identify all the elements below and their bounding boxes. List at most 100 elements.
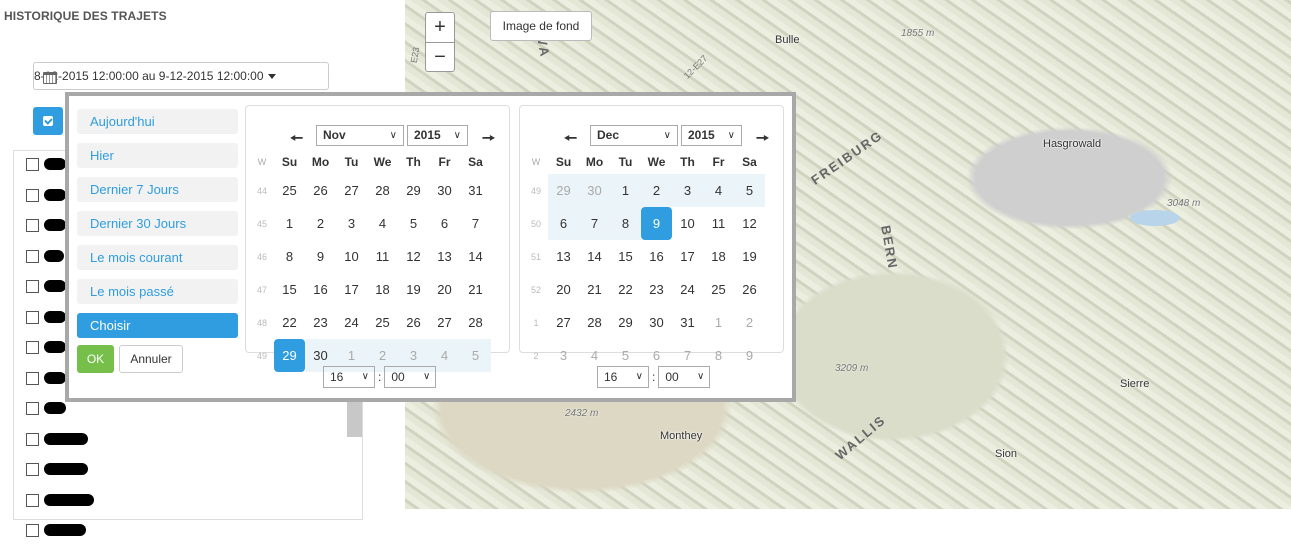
calendar-day[interactable]: 25 xyxy=(367,306,398,339)
calendar-day[interactable]: 21 xyxy=(460,273,491,306)
calendar-day[interactable]: 5 xyxy=(460,339,491,372)
calendar-day[interactable]: 15 xyxy=(610,240,641,273)
calendar-day[interactable]: 15 xyxy=(274,273,305,306)
calendar-day[interactable]: 14 xyxy=(460,240,491,273)
calendar-day[interactable]: 10 xyxy=(672,207,703,240)
calendar-day[interactable]: 25 xyxy=(703,273,734,306)
range-option[interactable]: Aujourd'hui xyxy=(77,109,238,134)
calendar-day[interactable]: 25 xyxy=(274,174,305,207)
month-select[interactable]: Dec ∨ xyxy=(590,125,678,146)
item-checkbox[interactable] xyxy=(26,493,39,507)
range-option[interactable]: Le mois passé xyxy=(77,279,238,304)
range-option[interactable]: Dernier 7 Jours xyxy=(77,177,238,202)
calendar-day[interactable]: 29 xyxy=(610,306,641,339)
hour-select[interactable]: 16 ∨ xyxy=(323,366,375,388)
minute-select[interactable]: 00 ∨ xyxy=(658,366,711,388)
calendar-day[interactable]: 5 xyxy=(398,207,429,240)
calendar-day[interactable]: 31 xyxy=(460,174,491,207)
calendar-day[interactable]: 27 xyxy=(429,306,460,339)
calendar-day[interactable]: 14 xyxy=(579,240,610,273)
zoom-in-button[interactable]: + xyxy=(426,13,454,43)
item-checkbox[interactable] xyxy=(26,280,39,293)
basemap-button[interactable]: Image de fond xyxy=(490,11,592,41)
calendar-day[interactable]: 29 xyxy=(398,174,429,207)
calendar-day[interactable]: 29 xyxy=(274,339,305,372)
calendar-day[interactable]: 8 xyxy=(610,207,641,240)
calendar-day[interactable]: 12 xyxy=(398,240,429,273)
calendar-day[interactable]: 20 xyxy=(548,273,579,306)
calendar-day[interactable]: 16 xyxy=(305,273,336,306)
item-checkbox[interactable] xyxy=(26,341,39,354)
calendar-day[interactable]: 22 xyxy=(610,273,641,306)
item-checkbox[interactable] xyxy=(26,310,39,324)
item-checkbox[interactable] xyxy=(26,371,39,385)
item-checkbox[interactable] xyxy=(26,219,39,232)
calendar-day[interactable]: 3 xyxy=(336,207,367,240)
calendar-day[interactable]: 3 xyxy=(672,174,703,207)
calendar-day[interactable]: 4 xyxy=(703,174,734,207)
calendar-day[interactable]: 19 xyxy=(398,273,429,306)
calendar-day[interactable]: 23 xyxy=(641,273,672,306)
calendar-day[interactable]: 7 xyxy=(579,207,610,240)
calendar-day[interactable]: 13 xyxy=(548,240,579,273)
calendar-day[interactable]: 10 xyxy=(336,240,367,273)
calendar-day[interactable]: 24 xyxy=(336,306,367,339)
item-checkbox[interactable] xyxy=(26,463,39,476)
calendar-day[interactable]: 7 xyxy=(460,207,491,240)
hour-select[interactable]: 16 ∨ xyxy=(597,366,649,388)
calendar-day[interactable]: 30 xyxy=(579,174,610,207)
calendar-day[interactable]: 1 xyxy=(274,207,305,240)
calendar-day[interactable]: 18 xyxy=(367,273,398,306)
calendar-day[interactable]: 1 xyxy=(703,306,734,339)
cancel-button[interactable]: Annuler xyxy=(119,345,183,373)
calendar-day[interactable]: 13 xyxy=(429,240,460,273)
date-range-button[interactable]: 8-12-2015 12:00:00 au 9-12-2015 12:00:00 xyxy=(33,62,329,90)
calendar-day[interactable]: 26 xyxy=(734,273,765,306)
calendar-day[interactable]: 19 xyxy=(734,240,765,273)
calendar-day[interactable]: 20 xyxy=(429,273,460,306)
calendar-day[interactable]: 4 xyxy=(367,207,398,240)
calendar-day[interactable]: 11 xyxy=(367,240,398,273)
calendar-day[interactable]: 24 xyxy=(672,273,703,306)
calendar-day[interactable]: 18 xyxy=(703,240,734,273)
item-checkbox[interactable] xyxy=(26,188,39,202)
calendar-day[interactable]: 12 xyxy=(734,207,765,240)
zoom-out-button[interactable]: − xyxy=(426,43,454,72)
minute-select[interactable]: 00 ∨ xyxy=(384,366,437,388)
item-checkbox[interactable] xyxy=(26,158,39,171)
calendar-day[interactable]: 11 xyxy=(703,207,734,240)
calendar-day[interactable]: 28 xyxy=(367,174,398,207)
list-item[interactable] xyxy=(12,488,94,514)
calendar-day[interactable]: 16 xyxy=(641,240,672,273)
calendar-day[interactable]: 9 xyxy=(305,240,336,273)
calendar-day[interactable]: 30 xyxy=(641,306,672,339)
calendar-day[interactable]: 3 xyxy=(548,339,579,372)
calendar-day[interactable]: 31 xyxy=(672,306,703,339)
range-option[interactable]: Dernier 30 Jours xyxy=(77,211,238,236)
calendar-day[interactable]: 8 xyxy=(274,240,305,273)
calendar-day[interactable]: 29 xyxy=(548,174,579,207)
list-item[interactable] xyxy=(12,518,92,544)
calendar-day[interactable]: 23 xyxy=(305,306,336,339)
ok-button[interactable]: OK xyxy=(77,345,114,373)
list-item[interactable] xyxy=(12,457,92,483)
calendar-day[interactable]: 2 xyxy=(641,174,672,207)
calendar-day[interactable]: 6 xyxy=(548,207,579,240)
calendar-day[interactable]: 26 xyxy=(305,174,336,207)
calendar-day[interactable]: 1 xyxy=(610,174,641,207)
select-all-checkbox-button[interactable] xyxy=(33,107,63,135)
calendar-day[interactable]: 5 xyxy=(734,174,765,207)
item-checkbox[interactable] xyxy=(26,524,39,537)
item-checkbox[interactable] xyxy=(26,432,39,446)
calendar-day[interactable]: 27 xyxy=(548,306,579,339)
calendar-day[interactable]: 27 xyxy=(336,174,367,207)
calendar-day[interactable]: 30 xyxy=(429,174,460,207)
range-option[interactable]: Choisir xyxy=(77,313,238,338)
item-checkbox[interactable] xyxy=(26,249,39,263)
calendar-day[interactable]: 28 xyxy=(460,306,491,339)
year-select[interactable]: 2015 ∨ xyxy=(407,125,468,146)
calendar-day[interactable]: 9 xyxy=(641,207,672,240)
calendar-day[interactable]: 28 xyxy=(579,306,610,339)
calendar-day[interactable]: 17 xyxy=(672,240,703,273)
list-item[interactable] xyxy=(12,427,92,453)
